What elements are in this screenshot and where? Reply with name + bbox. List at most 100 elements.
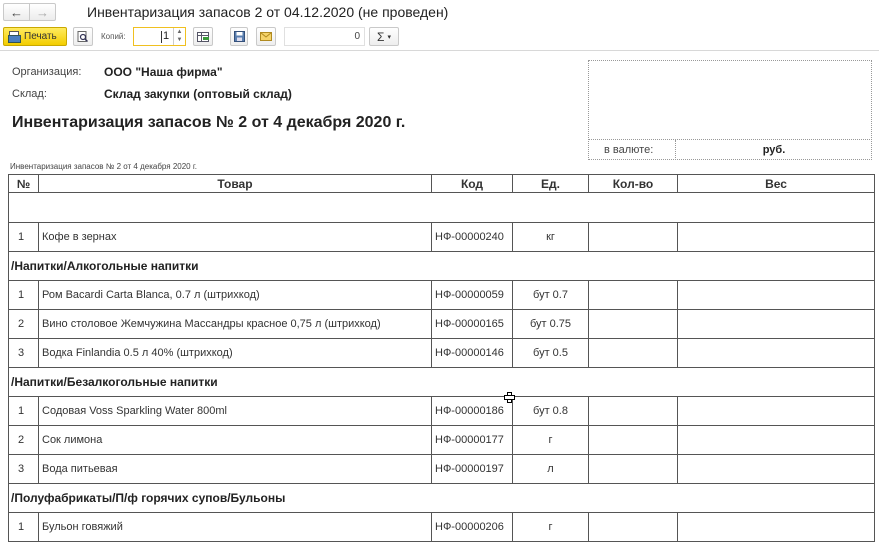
printer-icon [8, 31, 21, 43]
weight-cell[interactable] [677, 280, 875, 310]
currency-value: руб. [762, 144, 786, 156]
weight-cell[interactable] [677, 512, 875, 542]
quantity-cell[interactable] [588, 338, 678, 368]
row-number-cell[interactable]: 1 [8, 396, 39, 426]
copies-input[interactable]: 1 ▲ ▼ [133, 27, 186, 46]
code-cell[interactable]: НФ-00000165 [431, 309, 513, 339]
product-cell[interactable]: Бульон говяжий [38, 512, 432, 542]
table-row[interactable]: 2 Сок лимона НФ-00000177 г [8, 425, 875, 455]
product-cell[interactable]: Водка Finlandia 0.5 л 40% (штрихкод) [38, 338, 432, 368]
product-cell[interactable]: Кофе в зернах [38, 222, 432, 252]
table-row[interactable]: 3 Вода питьевая НФ-00000197 л [8, 454, 875, 484]
row-number-cell[interactable]: 2 [8, 425, 39, 455]
print-button[interactable]: Печать [3, 27, 67, 46]
column-header-code[interactable]: Код [431, 174, 513, 193]
group-label[interactable]: /Полуфабрикаты/П/ф горячих супов/Бульоны [8, 483, 875, 513]
group-row[interactable]: /Напитки/Безалкогольные напитки [8, 367, 875, 397]
column-header-num[interactable]: № [8, 174, 39, 193]
warehouse-value: Склад закупки (оптовый склад) [104, 87, 292, 101]
quantity-cell[interactable] [588, 512, 678, 542]
group-label[interactable]: /Напитки/Безалкогольные напитки [8, 367, 875, 397]
unit-cell[interactable]: бут 0.8 [512, 396, 589, 426]
weight-cell[interactable] [677, 425, 875, 455]
envelope-icon [260, 32, 272, 41]
group-label[interactable]: /Напитки/Алкогольные напитки [8, 251, 875, 281]
quantity-cell[interactable] [588, 280, 678, 310]
weight-cell[interactable] [677, 309, 875, 339]
code-cell[interactable]: НФ-00000146 [431, 338, 513, 368]
product-cell[interactable]: Вода питьевая [38, 454, 432, 484]
table-row-empty[interactable] [8, 192, 875, 223]
weight-cell[interactable] [677, 396, 875, 426]
table-row[interactable]: 3 Водка Finlandia 0.5 л 40% (штрихкод) НФ-… [8, 338, 875, 368]
weight-cell[interactable] [677, 338, 875, 368]
table-row[interactable]: 1 Бульон говяжий НФ-00000206 г [8, 512, 875, 542]
unit-cell[interactable]: бут 0.75 [512, 309, 589, 339]
code-cell[interactable]: НФ-00000197 [431, 454, 513, 484]
code-cell[interactable]: НФ-00000059 [431, 280, 513, 310]
row-number-cell[interactable]: 3 [8, 338, 39, 368]
group-row[interactable]: /Напитки/Алкогольные напитки [8, 251, 875, 281]
table-body: 1 Кофе в зернах НФ-00000240 кг/Напитки/Алко… [8, 192, 875, 542]
title-bar: ← → Инвентаризация запасов 2 от 04.12.20… [0, 0, 879, 26]
column-header-product[interactable]: Товар [38, 174, 432, 193]
sigma-icon: Σ [377, 29, 385, 44]
floppy-disk-icon [233, 31, 245, 42]
product-cell[interactable]: Вино столовое Жемчужина Массандры красно… [38, 309, 432, 339]
navigation-buttons: ← → [3, 3, 56, 21]
arrow-right-icon: → [36, 4, 49, 20]
document-title: Инвентаризация запасов № 2 от 4 декабря … [12, 114, 406, 131]
unit-cell[interactable]: бут 0.7 [512, 280, 589, 310]
product-cell[interactable]: Ром Bacardi Carta Blanca, 0.7 л (штрихко… [38, 280, 432, 310]
code-cell[interactable]: НФ-00000186 [431, 396, 513, 426]
row-number-cell[interactable]: 1 [8, 222, 39, 252]
column-header-unit[interactable]: Ед. [512, 174, 589, 193]
column-header-weight[interactable]: Вес [677, 174, 875, 193]
product-cell[interactable]: Сок лимона [38, 425, 432, 455]
text-caret [161, 31, 162, 43]
weight-cell[interactable] [677, 454, 875, 484]
quantity-cell[interactable] [588, 222, 678, 252]
sum-field[interactable]: 0 [284, 27, 365, 46]
code-cell[interactable]: НФ-00000240 [431, 222, 513, 252]
warehouse-label: Склад: [12, 88, 47, 100]
back-button[interactable]: ← [4, 4, 29, 20]
currency-row: в валюте: руб. [588, 139, 872, 160]
unit-cell[interactable]: г [512, 425, 589, 455]
row-number-cell[interactable]: 2 [8, 309, 39, 339]
row-number-cell[interactable]: 1 [8, 280, 39, 310]
row-number-cell[interactable]: 3 [8, 454, 39, 484]
quantity-cell[interactable] [588, 309, 678, 339]
weight-cell[interactable] [677, 222, 875, 252]
print-button-label: Печать [24, 31, 57, 42]
unit-cell[interactable]: кг [512, 222, 589, 252]
send-email-button[interactable] [256, 27, 276, 46]
table-row[interactable]: 2 Вино столовое Жемчужина Массандры красн… [8, 309, 875, 339]
group-row[interactable]: /Полуфабрикаты/П/ф горячих супов/Бульоны [8, 483, 875, 513]
quantity-cell[interactable] [588, 454, 678, 484]
unit-cell[interactable]: г [512, 512, 589, 542]
save-button[interactable] [230, 27, 248, 46]
quantity-cell[interactable] [588, 396, 678, 426]
preview-button[interactable] [73, 27, 93, 46]
table-cell[interactable] [8, 192, 875, 223]
copies-label: Копий: [101, 32, 126, 41]
quantity-cell[interactable] [588, 425, 678, 455]
sum-mode-dropdown[interactable]: Σ ▾ [369, 27, 399, 46]
column-header-quantity[interactable]: Кол-во [588, 174, 678, 193]
inventory-table: № Товар Код Ед. Кол-во Вес 1 Кофе в зернах НФ-0… [8, 174, 875, 542]
table-row[interactable]: 1 Содовая Voss Sparkling Water 800ml НФ-00… [8, 396, 875, 426]
table-row[interactable]: 1 Кофе в зернах НФ-00000240 кг [8, 222, 875, 252]
unit-cell[interactable]: бут 0.5 [512, 338, 589, 368]
product-cell[interactable]: Содовая Voss Sparkling Water 800ml [38, 396, 432, 426]
code-cell[interactable]: НФ-00000177 [431, 425, 513, 455]
copies-spinner[interactable]: ▲ ▼ [173, 28, 185, 45]
window-title: Инвентаризация запасов 2 от 04.12.2020 (… [87, 4, 449, 20]
row-number-cell[interactable]: 1 [8, 512, 39, 542]
unit-cell[interactable]: л [512, 454, 589, 484]
spreadsheet-document[interactable]: Организация: ООО "Наша фирма" Склад: Скл… [0, 51, 879, 548]
code-cell[interactable]: НФ-00000206 [431, 512, 513, 542]
edit-table-button[interactable] [193, 27, 213, 46]
forward-button[interactable]: → [29, 4, 55, 20]
table-row[interactable]: 1 Ром Bacardi Carta Blanca, 0.7 л (штрихк… [8, 280, 875, 310]
